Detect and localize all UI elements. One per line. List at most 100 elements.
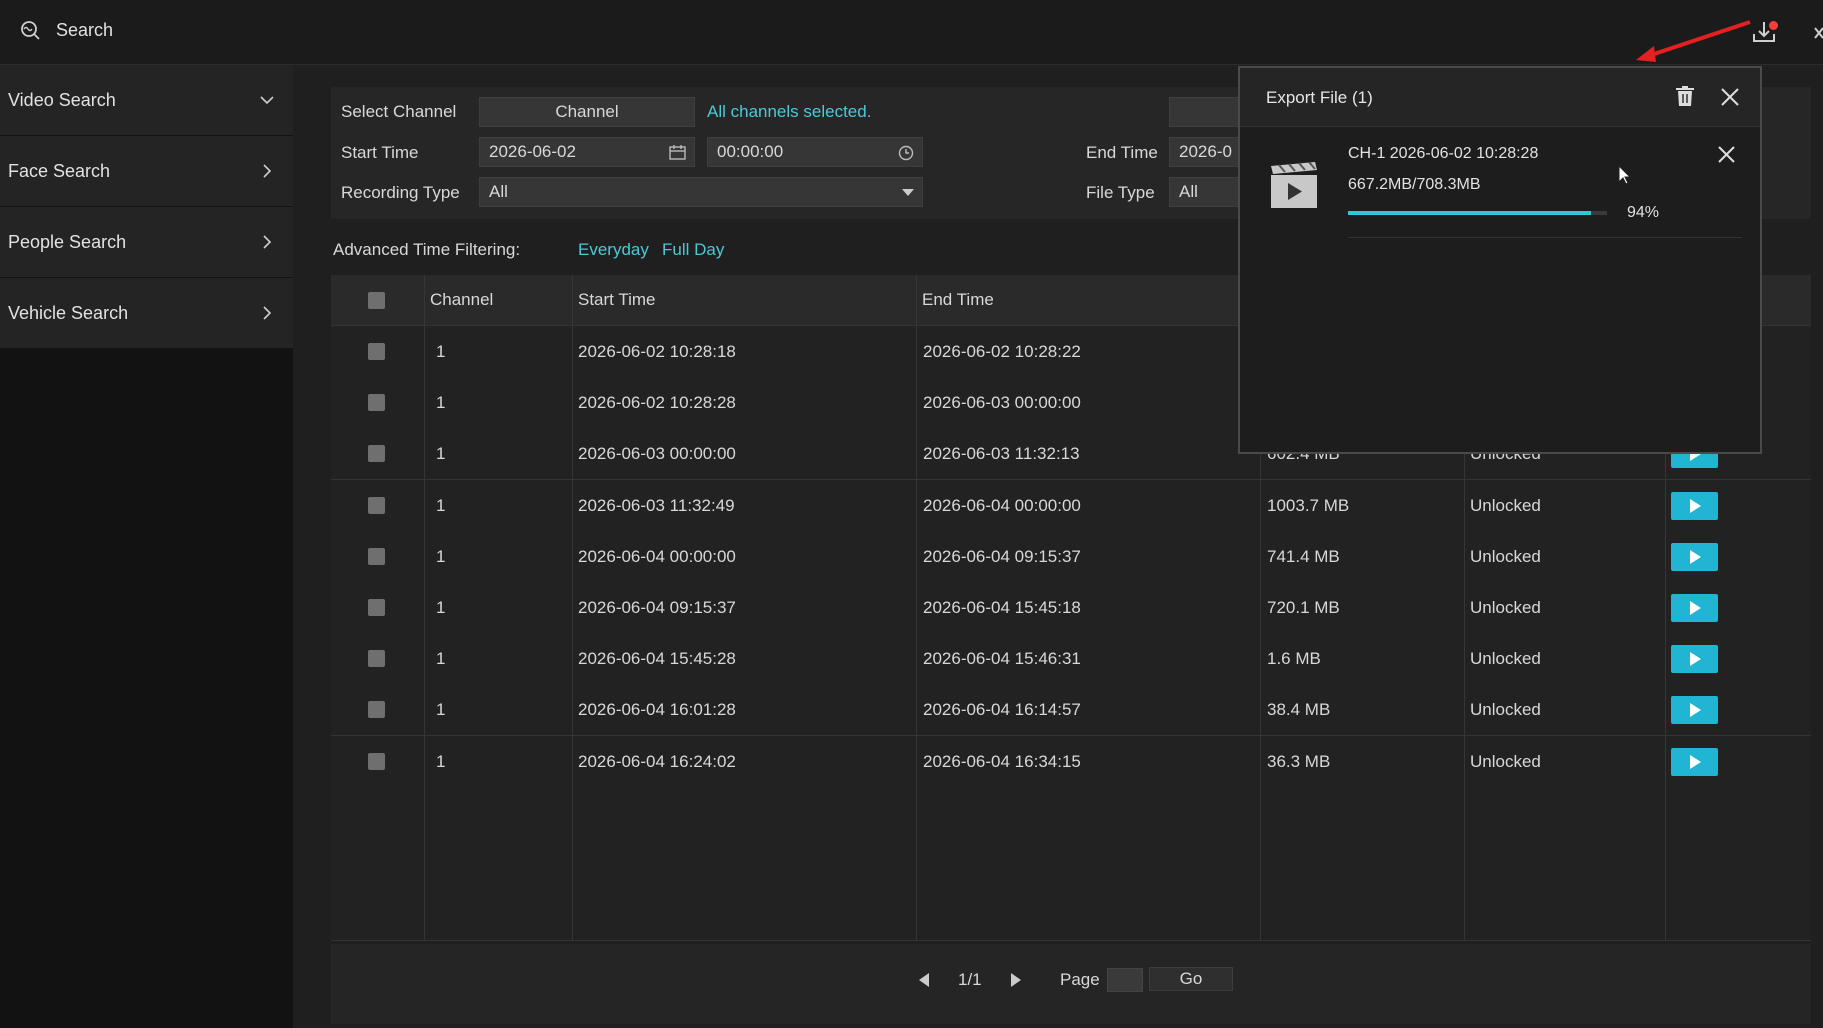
full-day-link[interactable]: Full Day [662, 240, 724, 260]
next-page-icon[interactable] [1011, 973, 1021, 987]
play-button[interactable] [1671, 747, 1718, 776]
row-checkbox[interactable] [368, 752, 385, 770]
header-channel: Channel [430, 290, 494, 309]
chevron-right-icon [263, 235, 272, 249]
cell-status: Unlocked [1470, 751, 1541, 771]
cell-size: 741.4 MB [1267, 546, 1340, 566]
sidebar-item-label: Video Search [8, 90, 116, 110]
end-date-field[interactable]: 2026-0 [1169, 137, 1249, 167]
cell-start: 2026-06-03 00:00:00 [578, 444, 736, 464]
cell-channel: 1 [436, 342, 446, 361]
annotation-arrow-icon [1636, 20, 1751, 62]
cell-status: Unlocked [1470, 700, 1541, 720]
cell-end: 2026-06-04 15:46:31 [923, 649, 1081, 669]
table-row[interactable] [331, 889, 1811, 942]
cell-start: 2026-06-03 11:32:49 [578, 495, 735, 515]
cell-start: 2026-06-04 00:00:00 [578, 546, 736, 566]
header-start-time: Start Time [578, 290, 656, 309]
play-button[interactable] [1671, 542, 1718, 571]
row-checkbox[interactable] [368, 343, 385, 360]
sidebar-item-people-search[interactable]: People Search [0, 207, 293, 278]
export-divider [1348, 237, 1742, 238]
cancel-export-icon[interactable] [1718, 146, 1735, 163]
cell-status: Unlocked [1470, 495, 1541, 515]
cell-start: 2026-06-04 15:45:28 [578, 649, 736, 669]
calendar-icon[interactable] [669, 145, 686, 160]
dropdown-caret-icon [902, 189, 914, 196]
row-checkbox[interactable] [368, 547, 385, 565]
table-row[interactable] [331, 786, 1811, 839]
top-bar: Search [0, 0, 1823, 65]
table-row[interactable]: 1 2026-06-03 11:32:49 2026-06-04 00:00:00 1… [331, 479, 1811, 532]
file-type-select[interactable]: All [1169, 177, 1249, 207]
cell-size: 38.4 MB [1267, 700, 1331, 720]
cell-start: 2026-06-04 16:01:28 [578, 700, 736, 720]
sidebar-item-vehicle-search[interactable]: Vehicle Search [0, 278, 293, 349]
header-end-time: End Time [922, 290, 994, 309]
page-indicator: 1/1 [958, 970, 982, 989]
start-date-field[interactable]: 2026-06-02 [479, 137, 695, 167]
export-header: Export File (1) [1240, 68, 1760, 127]
sidebar-item-face-search[interactable]: Face Search [0, 136, 293, 207]
page-input[interactable] [1107, 968, 1143, 992]
cell-end: 2026-06-04 16:14:57 [923, 700, 1081, 720]
play-button[interactable] [1671, 696, 1718, 725]
sidebar-item-video-search[interactable]: Video Search [0, 65, 293, 136]
column-divider [572, 275, 573, 940]
page-label: Page [1060, 970, 1100, 989]
end-time-label: End Time [1086, 143, 1158, 162]
cell-channel: 1 [436, 393, 446, 413]
cell-end: 2026-06-02 10:28:22 [923, 342, 1081, 361]
pagination-bar: 1/1 Page Go [331, 944, 1811, 1024]
video-file-icon [1271, 162, 1317, 208]
channel-button[interactable]: Channel [479, 97, 695, 127]
page-title: Search [56, 20, 114, 40]
select-all-checkbox[interactable] [368, 292, 385, 309]
end-channel-box[interactable] [1169, 97, 1249, 127]
cell-status: Unlocked [1470, 598, 1541, 617]
table-row[interactable]: 1 2026-06-04 16:24:02 2026-06-04 16:34:15 3… [331, 735, 1811, 788]
go-button[interactable]: Go [1149, 967, 1233, 991]
row-checkbox[interactable] [368, 445, 385, 463]
row-checkbox[interactable] [368, 394, 385, 412]
cell-size: 36.3 MB [1267, 751, 1331, 771]
export-percent: 94% [1627, 204, 1660, 221]
play-button[interactable] [1671, 491, 1718, 520]
prev-page-icon[interactable] [919, 973, 929, 987]
row-checkbox[interactable] [368, 599, 385, 616]
table-row[interactable] [331, 838, 1811, 890]
sidebar-item-label: People Search [8, 232, 127, 252]
window-close-icon[interactable] [1812, 20, 1823, 46]
table-row[interactable]: 1 2026-06-04 16:01:28 2026-06-04 16:14:57 3… [331, 684, 1811, 737]
sidebar-item-label: Vehicle Search [8, 303, 129, 323]
play-button[interactable] [1671, 645, 1718, 674]
cell-start: 2026-06-02 10:28:28 [578, 393, 736, 413]
start-clock-field[interactable]: 00:00:00 [707, 137, 923, 167]
clock-icon[interactable] [898, 145, 914, 161]
sidebar: Video Search Face Search People Search V… [0, 65, 293, 1028]
cell-status: Unlocked [1470, 546, 1541, 566]
select-channel-label: Select Channel [341, 102, 457, 121]
row-checkbox[interactable] [368, 701, 385, 719]
everyday-link[interactable]: Everyday [578, 240, 649, 260]
column-divider [916, 275, 917, 940]
cell-start: 2026-06-04 16:24:02 [578, 751, 736, 771]
cell-channel: 1 [436, 700, 446, 720]
trash-icon[interactable] [1676, 86, 1694, 106]
export-title: Export File (1) [1266, 88, 1373, 107]
table-row[interactable]: 1 2026-06-04 15:45:28 2026-06-04 15:46:31 1… [331, 633, 1811, 686]
table-row[interactable]: 1 2026-06-04 09:15:37 2026-06-04 15:45:18 7… [331, 582, 1811, 634]
cell-channel: 1 [436, 598, 446, 617]
sidebar-item-label: Face Search [8, 161, 111, 181]
recording-type-select[interactable]: All [479, 177, 923, 207]
row-checkbox[interactable] [368, 650, 385, 668]
cell-start: 2026-06-04 09:15:37 [578, 598, 736, 617]
close-icon[interactable] [1721, 88, 1739, 106]
cell-channel: 1 [436, 649, 446, 669]
table-row[interactable]: 1 2026-06-04 00:00:00 2026-06-04 09:15:37 7… [331, 530, 1811, 583]
row-checkbox[interactable] [368, 496, 385, 514]
start-clock-value: 00:00:00 [717, 142, 784, 161]
start-time-label: Start Time [341, 143, 419, 162]
cell-end: 2026-06-04 09:15:37 [923, 546, 1081, 566]
play-button[interactable] [1671, 594, 1718, 622]
